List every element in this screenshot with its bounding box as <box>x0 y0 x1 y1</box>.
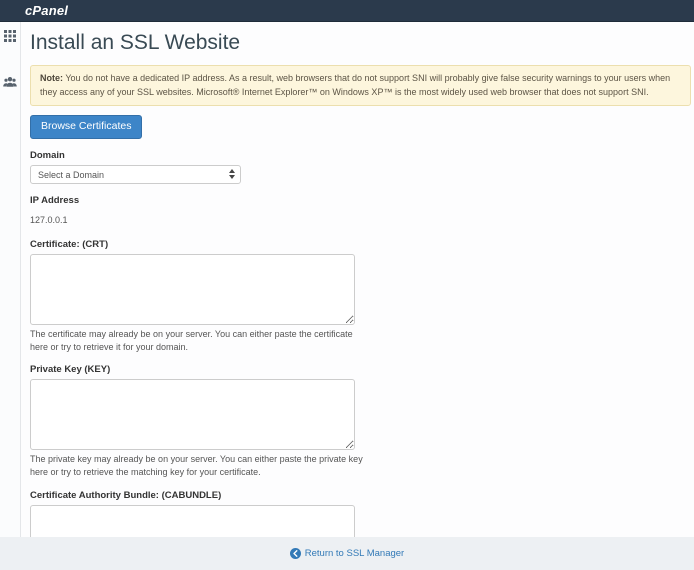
page-title: Install an SSL Website <box>30 31 692 55</box>
note-label: Note: <box>40 73 63 83</box>
apps-grid-icon[interactable] <box>3 29 17 43</box>
return-to-ssl-manager-link[interactable]: Return to SSL Manager <box>290 548 404 559</box>
main-layout: Install an SSL Website Note: You do not … <box>0 22 694 537</box>
certificate-label: Certificate: (CRT) <box>30 239 692 250</box>
note-text: You do not have a dedicated IP address. … <box>40 73 670 97</box>
users-icon[interactable] <box>3 75 17 89</box>
ip-address-value: 127.0.0.1 <box>30 215 68 225</box>
content-area: Install an SSL Website Note: You do not … <box>21 22 694 537</box>
domain-label: Domain <box>30 150 692 161</box>
certificate-group: Certificate: (CRT) The certificate may a… <box>30 239 692 353</box>
cpanel-logo[interactable]: cPanel <box>25 3 68 18</box>
ip-address-label: IP Address <box>30 195 692 206</box>
left-sidebar <box>0 22 21 537</box>
top-navbar: cPanel <box>0 0 694 22</box>
browse-certificates-button[interactable]: Browse Certificates <box>30 115 142 139</box>
certificate-help-text: The certificate may already be on your s… <box>30 328 364 353</box>
return-link-label: Return to SSL Manager <box>305 548 404 559</box>
return-arrow-circle-icon <box>290 548 301 559</box>
ca-bundle-group: Certificate Authority Bundle: (CABUNDLE)… <box>30 490 692 537</box>
page-footer: Return to SSL Manager <box>0 537 694 570</box>
domain-group: Domain Select a Domain <box>30 150 692 185</box>
private-key-help-text: The private key may already be on your s… <box>30 453 364 478</box>
ca-bundle-label: Certificate Authority Bundle: (CABUNDLE) <box>30 490 692 501</box>
private-key-label: Private Key (KEY) <box>30 364 692 375</box>
domain-select[interactable]: Select a Domain <box>30 165 241 184</box>
ip-address-group: IP Address 127.0.0.1 <box>30 195 692 228</box>
private-key-group: Private Key (KEY) The private key may al… <box>30 364 692 478</box>
private-key-textarea[interactable] <box>30 379 355 450</box>
certificate-textarea[interactable] <box>30 254 355 325</box>
sni-warning-note: Note: You do not have a dedicated IP add… <box>30 65 691 106</box>
ca-bundle-textarea[interactable] <box>30 505 355 537</box>
